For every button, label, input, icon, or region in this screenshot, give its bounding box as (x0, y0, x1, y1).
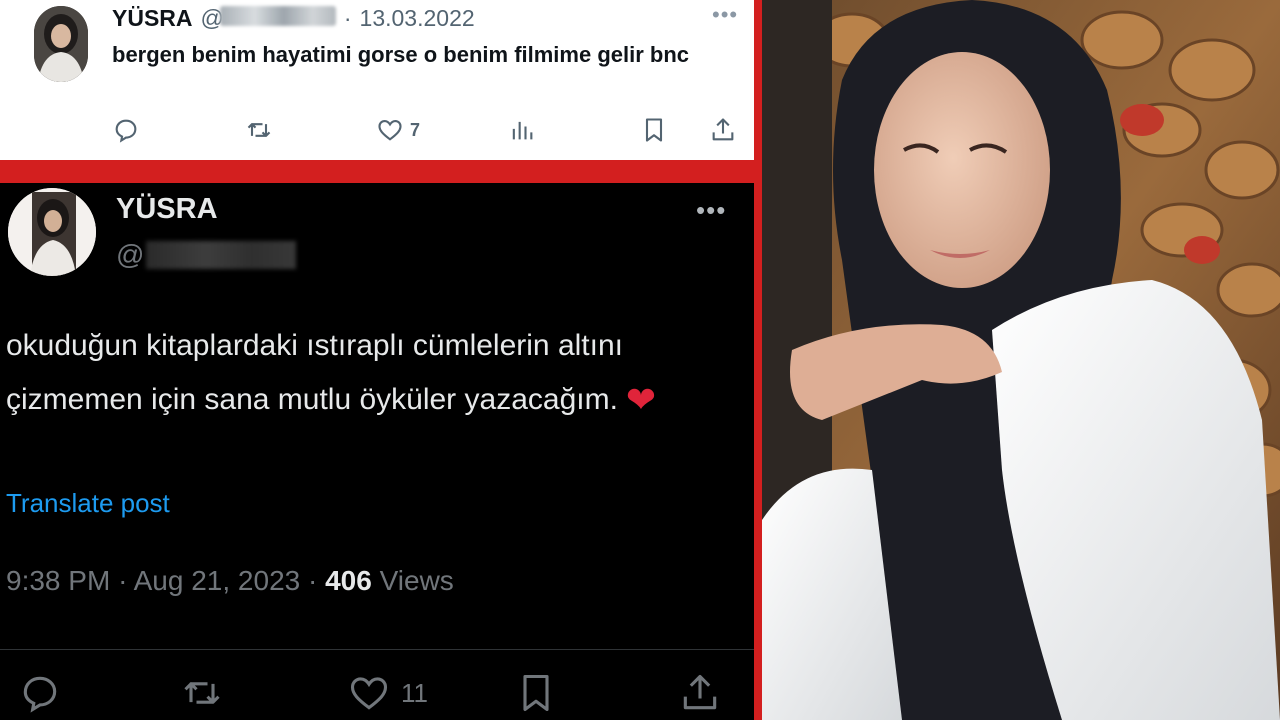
views-count: 406 (325, 565, 372, 596)
separator: · (343, 4, 352, 31)
retweet-button[interactable] (180, 671, 224, 715)
redacted-handle (219, 5, 336, 26)
views-button[interactable] (508, 112, 536, 148)
share-icon (683, 674, 717, 710)
redacted-handle (146, 241, 297, 269)
retweet-icon (247, 123, 271, 137)
action-bar: 7 (0, 112, 754, 148)
like-icon (378, 119, 402, 141)
bookmark-icon (523, 674, 549, 712)
more-options-icon[interactable]: ••• (696, 195, 726, 226)
like-button[interactable]: 11 (347, 671, 428, 715)
tweet-header: YÜSRA @ · 13.03.2022 (112, 3, 475, 33)
bookmark-button[interactable] (640, 112, 668, 148)
portrait-photo (762, 0, 1280, 720)
divider (0, 649, 754, 650)
tweet-date[interactable]: 13.03.2022 (360, 5, 475, 32)
light-tweet-card: YÜSRA @ · 13.03.2022 ••• bergen benim ha… (0, 0, 754, 160)
retweet-button[interactable] (245, 112, 273, 148)
reply-icon (23, 676, 57, 713)
dark-tweet-card: YÜSRA @ ••• okuduğun kitaplardaki ıstıra… (0, 183, 754, 720)
tweet-date[interactable]: Aug 21, 2023 (134, 565, 301, 596)
reply-button[interactable] (112, 112, 140, 148)
avatar[interactable] (34, 6, 88, 82)
handle[interactable]: @ (201, 5, 336, 32)
bookmark-button[interactable] (514, 671, 558, 715)
like-count: 11 (401, 677, 428, 708)
display-name[interactable]: YÜSRA (116, 193, 218, 226)
tweet-time[interactable]: 9:38 PM (6, 565, 110, 596)
views-label: Views (379, 565, 454, 596)
handle[interactable]: @ (116, 239, 297, 271)
display-name[interactable]: YÜSRA (112, 5, 193, 32)
tweet-body: okuduğun kitaplardaki ıstıraplı cümleler… (6, 329, 623, 416)
views-icon (512, 121, 533, 140)
share-button[interactable] (709, 112, 737, 148)
tweet-text: bergen benim hayatimi gorse o benim film… (112, 42, 690, 67)
tweet-meta: 9:38 PM · Aug 21, 2023 · 406 Views (6, 565, 454, 596)
like-count: 7 (410, 119, 421, 140)
share-icon (712, 118, 734, 141)
share-button[interactable] (678, 671, 722, 715)
avatar[interactable] (8, 188, 96, 276)
translate-post-link[interactable]: Translate post (6, 488, 170, 519)
more-options-icon[interactable]: ••• (712, 2, 738, 28)
reply-icon (115, 119, 137, 143)
like-icon (350, 677, 388, 710)
heart-emoji-icon: ❤ (625, 379, 657, 420)
tweet-text: okuduğun kitaplardaki ıstıraplı cümleler… (6, 319, 746, 427)
bookmark-icon (645, 118, 663, 142)
retweet-icon (184, 682, 220, 704)
reply-button[interactable] (18, 671, 62, 715)
like-button[interactable]: 7 (376, 112, 420, 148)
